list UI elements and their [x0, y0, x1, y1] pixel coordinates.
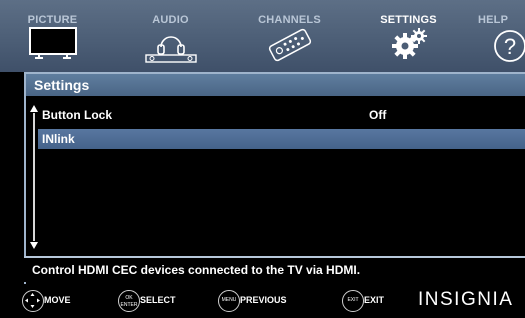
- exit-button-icon: EXIT: [342, 290, 364, 312]
- menu-item-button-lock[interactable]: Button Lock Off: [38, 105, 517, 125]
- scroll-up-arrow-icon[interactable]: [30, 105, 38, 112]
- tab-channels-label: CHANNELS: [258, 14, 321, 26]
- tab-settings-label: SETTINGS: [380, 14, 437, 26]
- hint-label: EXIT: [364, 295, 385, 305]
- remote-icon: [264, 27, 316, 68]
- settings-panel: Settings: [24, 72, 525, 285]
- menu-item-value: Off: [369, 108, 387, 122]
- tab-settings[interactable]: SETTINGS: [356, 0, 461, 72]
- scroll-down-arrow-icon[interactable]: [30, 242, 38, 249]
- tab-picture[interactable]: PICTURE: [0, 0, 105, 72]
- tab-channels[interactable]: CHANNELS: [237, 0, 342, 72]
- hint-label: SELECT: [140, 295, 176, 305]
- hint-label: PREVIOUS: [240, 295, 287, 305]
- menu-item-label: INlink: [42, 132, 75, 146]
- tab-picture-label: PICTURE: [27, 14, 78, 26]
- help-text: Control HDMI CEC devices connected to th…: [24, 256, 525, 282]
- page-title: Settings: [26, 74, 525, 96]
- tab-help[interactable]: HELP ?: [470, 0, 525, 72]
- bottom-hint-bar: MOVE OK ENTER SELECT MENU PREVIOUS EXIT …: [0, 284, 525, 318]
- scroll-track[interactable]: [33, 113, 35, 241]
- brand-logo: INSIGNIA: [418, 289, 514, 310]
- gears-icon: [387, 27, 431, 66]
- scrollbar[interactable]: [30, 105, 38, 249]
- ok-enter-button-icon: OK ENTER: [118, 290, 140, 312]
- tab-audio-label: AUDIO: [152, 14, 189, 26]
- svg-text:?: ?: [504, 34, 516, 59]
- help-icon: ?: [492, 27, 525, 68]
- headphones-icon: [144, 27, 198, 68]
- menu-button-icon: MENU: [218, 290, 240, 312]
- menu-item-label: Button Lock: [42, 108, 112, 122]
- top-menu-bar: PICTURE AUDIO CHANNELS SETTINGS HELP ?: [0, 0, 525, 72]
- tv-icon: [28, 27, 77, 66]
- tab-audio[interactable]: AUDIO: [118, 0, 223, 72]
- tab-help-label: HELP: [478, 14, 509, 26]
- hint-label: MOVE: [44, 295, 71, 305]
- menu-item-inlink[interactable]: INlink: [38, 129, 525, 149]
- dpad-icon: [22, 290, 44, 312]
